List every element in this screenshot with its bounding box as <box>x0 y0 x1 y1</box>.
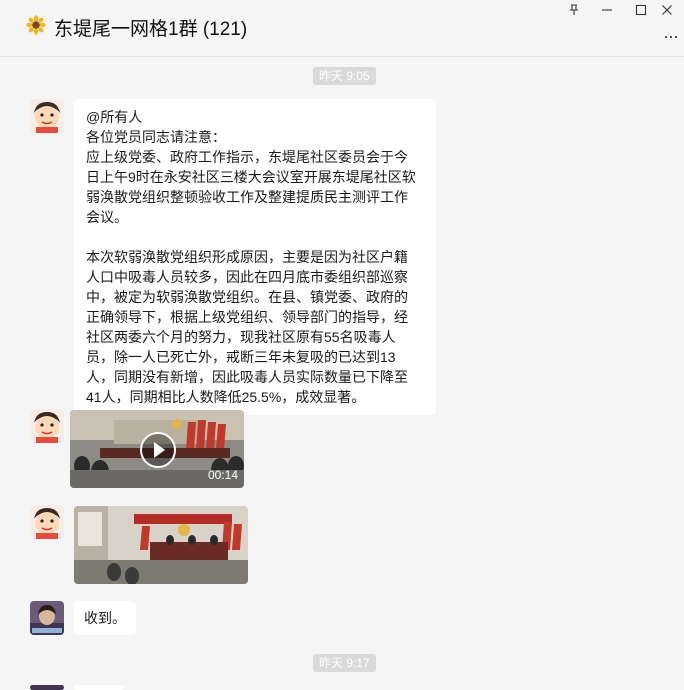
close-icon <box>662 5 672 15</box>
maximize-icon <box>635 4 647 16</box>
minimize-icon <box>602 9 612 11</box>
avatar-image <box>30 685 64 690</box>
avatar[interactable] <box>30 99 64 133</box>
timestamp: 昨天 9:05 <box>313 67 376 85</box>
timestamp: 昨天 9:17 <box>313 654 376 672</box>
cartoon-avatar-icon <box>30 99 64 133</box>
message-bubble[interactable]: @所有人 各位党员同志请注意： 应上级党委、政府工作指示，东堤尾社区委员会于今日… <box>74 99 436 415</box>
avatar[interactable] <box>30 601 64 635</box>
video-message[interactable]: 00:14 <box>70 410 244 488</box>
message-bubble[interactable]: 收到。 <box>74 601 136 635</box>
pin-icon <box>570 4 578 15</box>
message-line: @所有人 <box>86 109 143 125</box>
video-duration: 00:14 <box>207 468 238 482</box>
avatar[interactable] <box>30 409 64 443</box>
more-icon[interactable]: ··· <box>663 26 679 47</box>
message-bubble[interactable] <box>74 685 124 690</box>
message-blank-line <box>86 227 420 247</box>
pin-button[interactable] <box>557 0 591 20</box>
minimize-button[interactable] <box>590 0 624 20</box>
meeting-photo <box>74 506 248 584</box>
avatar[interactable] <box>30 685 64 690</box>
chat-title: 东堤尾一网格1群 (121) <box>54 19 248 40</box>
close-button[interactable] <box>650 0 684 20</box>
sunflower-icon <box>26 15 46 35</box>
photo-avatar-icon <box>30 601 64 635</box>
image-message[interactable] <box>74 506 248 584</box>
message-paragraph: 本次软弱涣散党组织形成原因，主要是因为社区户籍人口中吸毒人员较多，因此在四月底市… <box>86 249 408 405</box>
play-icon[interactable] <box>140 432 176 468</box>
cartoon-avatar-icon <box>30 409 64 443</box>
message-paragraph: 应上级党委、政府工作指示，东堤尾社区委员会于今日上午9时在永安社区三楼大会议室开… <box>86 149 416 225</box>
title-bar: 东堤尾一网格1群 (121) ··· <box>0 0 684 57</box>
cartoon-avatar-icon <box>30 505 64 539</box>
message-text: 收到。 <box>84 610 126 626</box>
message-line: 各位党员同志请注意： <box>86 129 226 145</box>
avatar[interactable] <box>30 505 64 539</box>
